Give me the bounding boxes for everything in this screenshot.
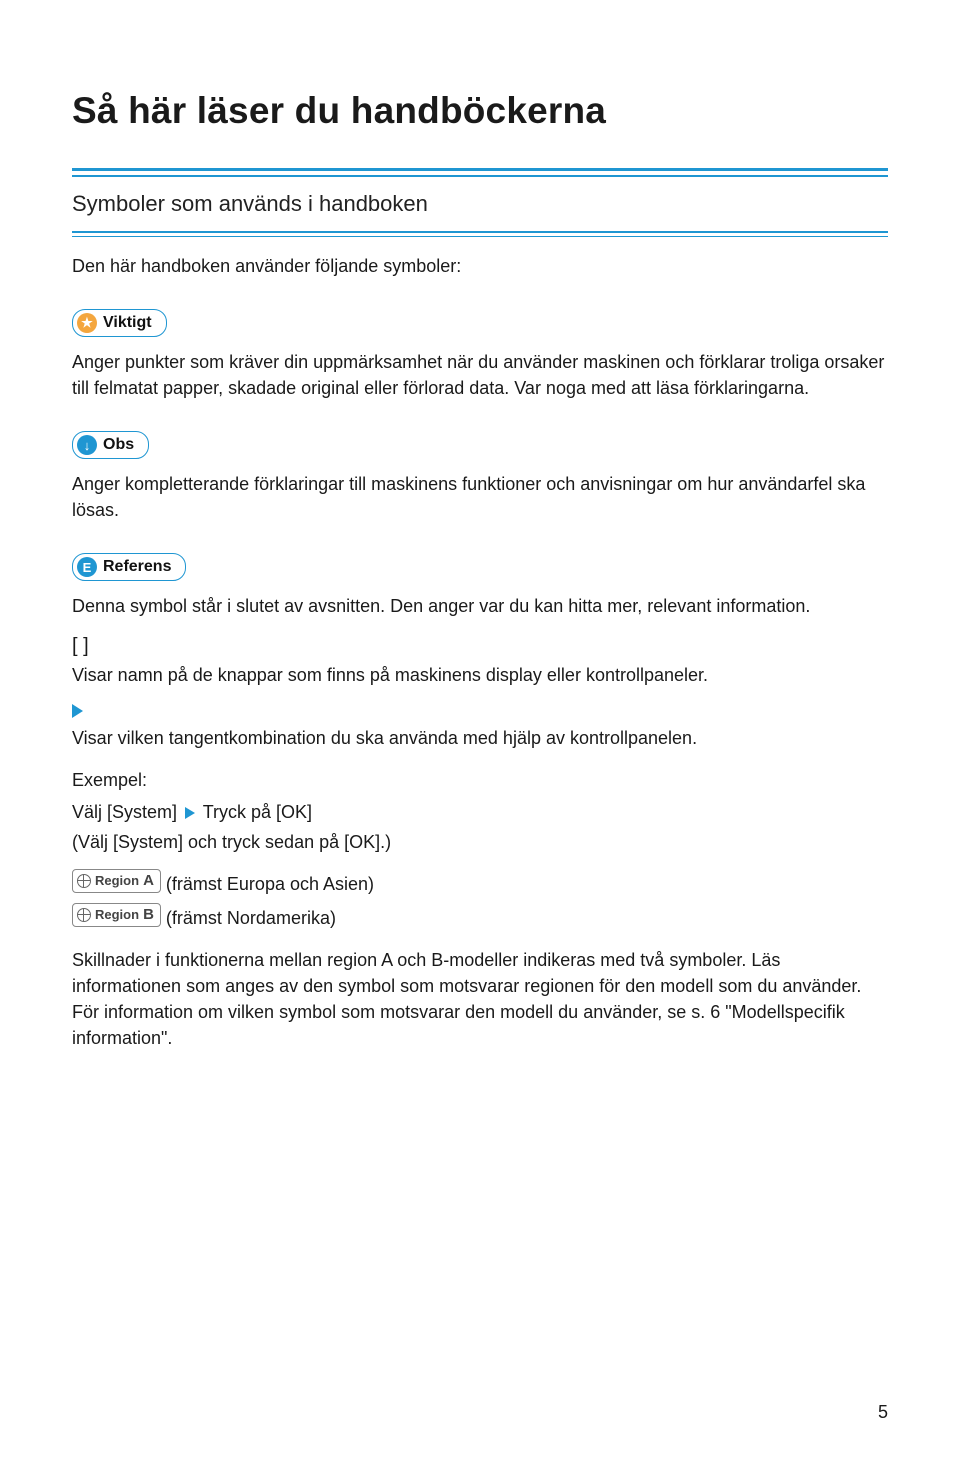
region-a-row: Region A (främst Europa och Asien) <box>72 869 888 897</box>
label-text: Referens <box>103 558 171 576</box>
label-referens: E Referens <box>72 553 186 581</box>
arrow-down-icon: ↓ <box>77 435 97 455</box>
triangle-right-icon <box>72 704 83 718</box>
region-b-row: Region B (främst Nordamerika) <box>72 903 888 931</box>
page-number: 5 <box>878 1402 888 1423</box>
reference-icon: E <box>77 557 97 577</box>
divider <box>72 236 888 238</box>
section-subtitle: Symboler som används i handboken <box>72 191 888 217</box>
example-line1: Välj [System] Tryck på [OK] <box>72 799 888 825</box>
label-viktigt: ★ Viktigt <box>72 309 167 337</box>
triangle-symbol <box>72 704 888 721</box>
region-b-badge: Region B <box>72 903 161 927</box>
globe-icon <box>77 874 91 888</box>
divider <box>72 231 888 233</box>
region-a-text: (främst Europa och Asien) <box>166 874 374 894</box>
label-text: Viktigt <box>103 314 152 332</box>
brackets-symbol: [ ] <box>72 635 888 658</box>
example-header: Exempel: <box>72 767 888 793</box>
divider <box>72 175 888 177</box>
divider <box>72 168 888 171</box>
example-line1-a: Välj [System] <box>72 802 182 822</box>
label-text: Obs <box>103 436 134 454</box>
star-icon: ★ <box>77 313 97 333</box>
region-label: Region <box>95 902 139 928</box>
globe-icon <box>77 908 91 922</box>
label-obs: ↓ Obs <box>72 431 149 459</box>
page-title: Så här läser du handböckerna <box>72 90 888 132</box>
page-content: Så här läser du handböckerna Symboler so… <box>0 0 960 1051</box>
intro-paragraph: Den här handboken använder följande symb… <box>72 253 888 279</box>
region-b-text: (främst Nordamerika) <box>166 908 336 928</box>
region-label: Region <box>95 868 139 894</box>
referens-paragraph: Denna symbol står i slutet av avsnitten.… <box>72 593 888 619</box>
region-a-letter: A <box>143 868 154 894</box>
region-a-badge: Region A <box>72 869 161 893</box>
example-line1-b: Tryck på [OK] <box>198 802 312 822</box>
brackets-paragraph: Visar namn på de knappar som finns på ma… <box>72 662 888 688</box>
obs-paragraph: Anger kompletterande förklaringar till m… <box>72 471 888 523</box>
viktigt-paragraph: Anger punkter som kräver din uppmärksamh… <box>72 349 888 401</box>
triangle-paragraph: Visar vilken tangentkombination du ska a… <box>72 725 888 751</box>
region-b-letter: B <box>143 902 154 928</box>
example-line2: (Välj [System] och tryck sedan på [OK].) <box>72 829 888 855</box>
region-paragraph: Skillnader i funktionerna mellan region … <box>72 947 888 1051</box>
triangle-right-icon <box>185 807 195 819</box>
